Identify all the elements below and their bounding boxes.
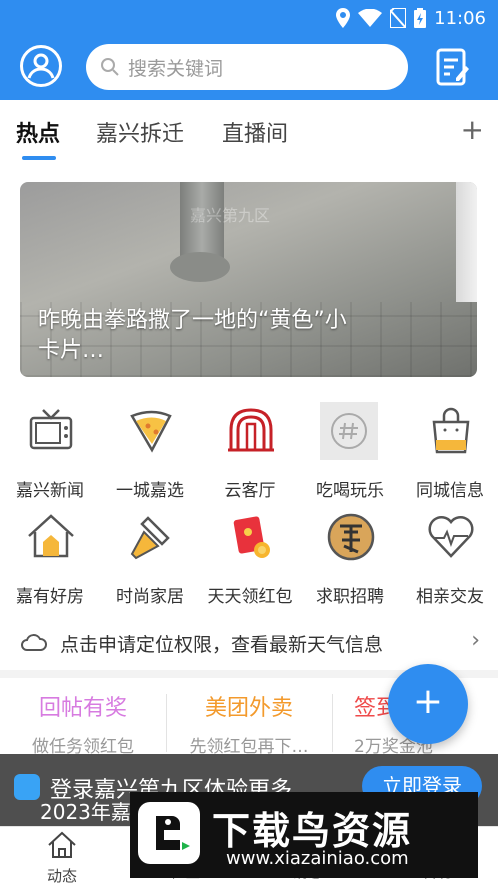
user-avatar-button[interactable] [20, 45, 62, 87]
no-sim-icon [390, 8, 407, 28]
status-time: 11:06 [434, 7, 486, 29]
grid-item-dating[interactable]: 相亲交友 [400, 506, 498, 607]
hire-badge-icon [327, 513, 375, 561]
grid-label: 一城嘉选 [116, 481, 184, 501]
wifi-icon [358, 9, 383, 27]
grid-item-city-select[interactable]: 一城嘉选 [100, 400, 200, 501]
grid-item-food-fun[interactable]: 吃喝玩乐 [300, 400, 400, 501]
banner-title: 昨晚由拳路撒了一地的“黄色”小卡片… [38, 308, 347, 363]
grid-label: 求职招聘 [316, 587, 384, 607]
compose-button[interactable] [436, 48, 470, 86]
search-input[interactable]: 搜索关键词 [86, 44, 408, 90]
channel-tabs: 热点 嘉兴拆迁 直播间 + [0, 100, 498, 162]
banner-photo-base [170, 252, 230, 282]
grid-item-job-recruit[interactable]: 求职招聘 [300, 506, 400, 607]
shopping-bag-icon [432, 407, 470, 454]
download-site-watermark: 下载鸟资源 www.xiazainiao.com [130, 792, 478, 878]
search-icon [101, 58, 119, 76]
watermark-url: www.xiazainiao.com [226, 848, 409, 869]
plus-icon: + [412, 681, 444, 722]
chat-bubble-icon [14, 774, 40, 800]
battery-icon [414, 8, 427, 28]
red-envelope-icon [233, 516, 270, 558]
weather-prompt[interactable]: 点击申请定位权限，查看最新天气信息 › [0, 620, 498, 664]
grid-label: 相亲交友 [416, 587, 484, 607]
grid-label: 同城信息 [416, 481, 484, 501]
promo-reply-reward[interactable]: 回帖有奖 做任务领红包 [0, 690, 166, 760]
banner-watermark: 嘉兴第九区 [190, 206, 271, 225]
paint-brush-icon [130, 516, 170, 560]
top-bar: 11:06 搜索关键词 [0, 0, 498, 100]
grid-item-daily-red-packet[interactable]: 天天领红包 [200, 506, 300, 607]
login-sub-text: 2023年嘉 [40, 800, 131, 824]
cloud-icon [21, 634, 47, 651]
grid-item-jiaxing-news[interactable]: 嘉兴新闻 [0, 400, 100, 501]
feature-grid: 嘉兴新闻 一城嘉选 云客厅 吃喝玩乐 同城信息 嘉有好房 时尚家居 天天领红包 … [0, 400, 498, 610]
house-icon [28, 514, 74, 558]
promo-title: 美团外卖 [204, 696, 293, 721]
grid-label: 吃喝玩乐 [316, 481, 384, 501]
grid-label: 嘉有好房 [16, 587, 84, 607]
search-placeholder: 搜索关键词 [128, 57, 224, 80]
bird-logo-icon [138, 802, 200, 864]
user-icon [27, 53, 55, 79]
grid-item-cloud-lounge[interactable]: 云客厅 [200, 400, 300, 501]
hashtag-bubble-icon [320, 402, 378, 460]
banner-photo-post [456, 182, 477, 302]
tab-jiaxing-demolition[interactable]: 嘉兴拆迁 [96, 116, 184, 148]
tv-icon [29, 409, 73, 450]
tab-hot[interactable]: 热点 [16, 116, 60, 148]
location-icon [336, 8, 351, 28]
promo-title: 回帖有奖 [38, 696, 127, 721]
active-tab-indicator [22, 156, 56, 160]
grid-label: 嘉兴新闻 [16, 481, 84, 501]
weather-text: 点击申请定位权限，查看最新天气信息 [60, 634, 384, 656]
promo-meituan[interactable]: 美团外卖 先领红包再下… [166, 690, 332, 760]
cloud-lounge-logo-icon [228, 408, 274, 452]
edit-note-icon [436, 48, 469, 86]
add-tab-button[interactable]: + [461, 116, 484, 144]
grid-item-city-info[interactable]: 同城信息 [400, 400, 498, 501]
tab-live[interactable]: 直播间 [222, 116, 288, 148]
grid-label: 天天领红包 [207, 587, 293, 607]
pizza-slice-icon [130, 410, 172, 453]
home-icon [48, 831, 76, 858]
grid-item-good-homes[interactable]: 嘉有好房 [0, 506, 100, 607]
nav-label: 动态 [46, 867, 77, 885]
watermark-title: 下载鸟资源 [212, 809, 413, 853]
nav-item-feed[interactable]: 动态 [12, 831, 112, 886]
status-bar: 11:06 [336, 6, 486, 30]
new-post-fab[interactable]: + [388, 664, 468, 744]
grid-label: 时尚家居 [116, 587, 184, 607]
headline-banner[interactable]: 嘉兴第九区 昨晚由拳路撒了一地的“黄色”小卡片… [20, 182, 477, 377]
chevron-right-icon: › [471, 628, 480, 653]
grid-item-home-decor[interactable]: 时尚家居 [100, 506, 200, 607]
grid-label: 云客厅 [224, 481, 276, 501]
heart-pulse-icon [428, 515, 474, 558]
